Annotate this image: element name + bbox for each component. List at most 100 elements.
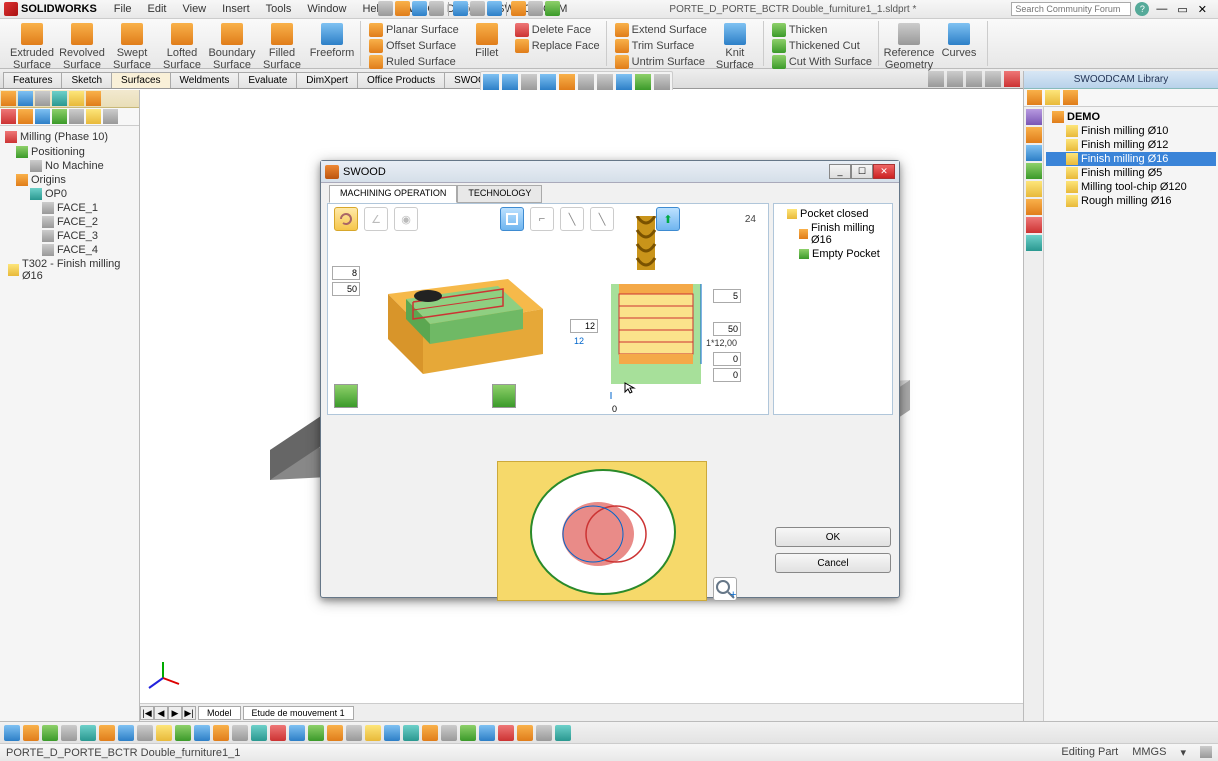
lib-add-icon[interactable] (1063, 90, 1078, 105)
tab-model[interactable]: Model (198, 706, 241, 720)
path-mode2-button[interactable]: ⌐ (530, 207, 554, 231)
new-icon[interactable] (378, 1, 393, 16)
path-mode1-button[interactable] (500, 207, 524, 231)
bt-icon[interactable] (384, 725, 400, 741)
section-view-icon[interactable] (540, 74, 556, 90)
lib-root-demo[interactable]: DEMO (1046, 110, 1216, 124)
view-palette-tab-icon[interactable] (1026, 163, 1042, 179)
knit-surface-button[interactable]: Knit Surface (711, 21, 759, 73)
bt-icon[interactable] (555, 725, 571, 741)
bt-icon[interactable] (251, 725, 267, 741)
preview-end-icon[interactable] (492, 384, 516, 408)
extruded-surface-button[interactable]: Extruded Surface (8, 21, 56, 73)
fm-no-machine[interactable]: No Machine (2, 159, 137, 173)
lib-item[interactable]: Rough milling Ø16 (1046, 194, 1216, 208)
tab-motion-study[interactable]: Etude de mouvement 1 (243, 706, 354, 720)
property-tab-icon[interactable] (18, 91, 33, 106)
bt-icon[interactable] (498, 725, 514, 741)
thickened-cut-button[interactable]: Thickened Cut (772, 38, 872, 53)
path-mode4-button[interactable]: ╲ (590, 207, 614, 231)
input-offset-c[interactable] (570, 319, 598, 333)
bt-icon[interactable] (517, 725, 533, 741)
fm-origins[interactable]: Origins (2, 173, 137, 187)
bt-icon[interactable] (403, 725, 419, 741)
revolved-surface-button[interactable]: Revolved Surface (58, 21, 106, 73)
fillet-button[interactable]: Fillet (463, 21, 511, 61)
rebuild-icon[interactable] (511, 1, 526, 16)
bt-icon[interactable] (137, 725, 153, 741)
input-bottom-g[interactable] (713, 352, 741, 366)
tab-features[interactable]: Features (3, 72, 62, 88)
direction-button[interactable] (334, 207, 358, 231)
filled-surface-button[interactable]: Filled Surface (258, 21, 306, 73)
doc-cascade-icon[interactable] (947, 71, 963, 87)
tab-sketch[interactable]: Sketch (61, 72, 112, 88)
boundary-surface-button[interactable]: Boundary Surface (208, 21, 256, 73)
dialog-minimize-button[interactable]: _ (829, 164, 851, 179)
bt-icon[interactable] (289, 725, 305, 741)
bt-icon[interactable] (460, 725, 476, 741)
restore-icon[interactable]: ▭ (1174, 3, 1190, 16)
spiral-button[interactable]: ◉ (394, 207, 418, 231)
fm-op0[interactable]: OP0 (2, 187, 137, 201)
bt-icon[interactable] (194, 725, 210, 741)
select-icon[interactable] (487, 1, 502, 16)
fm-misc2-icon[interactable] (86, 109, 101, 124)
view-settings-icon[interactable] (654, 74, 670, 90)
help-icon[interactable]: ? (1135, 2, 1149, 16)
input-top-d[interactable] (713, 289, 741, 303)
angle-button[interactable]: ∠ (364, 207, 388, 231)
menu-edit[interactable]: Edit (141, 2, 174, 16)
doc-close-icon[interactable] (1004, 71, 1020, 87)
zoom-area-icon[interactable] (502, 74, 518, 90)
status-units[interactable]: MMGS (1132, 746, 1166, 759)
dialog-titlebar[interactable]: SWOOD _ ☐ ✕ (321, 161, 899, 183)
tab-technology[interactable]: TECHNOLOGY (457, 185, 542, 203)
bt-icon[interactable] (42, 725, 58, 741)
op-empty-pocket[interactable]: Empty Pocket (777, 247, 889, 261)
thicken-button[interactable]: Thicken (772, 22, 872, 37)
bt-icon[interactable] (99, 725, 115, 741)
bt-icon[interactable] (536, 725, 552, 741)
menu-view[interactable]: View (175, 2, 213, 16)
delete-face-button[interactable]: Delete Face (515, 22, 600, 37)
freeform-button[interactable]: Freeform (308, 21, 356, 61)
file-explorer-tab-icon[interactable] (1026, 145, 1042, 161)
fm-sort-icon[interactable] (18, 109, 33, 124)
fm-show-icon[interactable] (52, 109, 67, 124)
ok-button[interactable]: OK (775, 527, 891, 547)
nav-last-icon[interactable]: ▶| (182, 706, 196, 720)
status-config-icon[interactable] (1200, 746, 1212, 758)
fm-face4[interactable]: FACE_4 (2, 243, 137, 257)
cancel-button[interactable]: Cancel (775, 553, 891, 573)
tab-surfaces[interactable]: Surfaces (111, 72, 170, 88)
preview-start-icon[interactable] (334, 384, 358, 408)
search-input[interactable] (1011, 2, 1131, 16)
tab-weldments[interactable]: Weldments (170, 72, 240, 88)
swood-tab-icon[interactable] (86, 91, 101, 106)
lofted-surface-button[interactable]: Lofted Surface (158, 21, 206, 73)
custom-props-tab-icon[interactable] (1026, 199, 1042, 215)
fm-view-icon[interactable] (35, 109, 50, 124)
redo-icon[interactable] (470, 1, 485, 16)
fm-tab-icon[interactable] (1, 91, 16, 106)
menu-insert[interactable]: Insert (215, 2, 257, 16)
zoom-fit-icon[interactable] (483, 74, 499, 90)
save-icon[interactable] (412, 1, 427, 16)
input-clear-h[interactable] (713, 368, 741, 382)
fm-filter-icon[interactable] (1, 109, 16, 124)
fm-tool-t302[interactable]: T302 - Finish milling Ø16 (2, 257, 137, 283)
replace-face-button[interactable]: Replace Face (515, 38, 600, 53)
fm-face2[interactable]: FACE_2 (2, 215, 137, 229)
fm-face3[interactable]: FACE_3 (2, 229, 137, 243)
options-icon[interactable] (528, 1, 543, 16)
lib-item[interactable]: Finish milling Ø5 (1046, 166, 1216, 180)
bt-icon[interactable] (175, 725, 191, 741)
bt-icon[interactable] (232, 725, 248, 741)
lib-tool-icon[interactable] (1027, 90, 1042, 105)
doc-tile-icon[interactable] (928, 71, 944, 87)
zoom-preview-button[interactable]: + (713, 577, 737, 601)
undo-icon[interactable] (453, 1, 468, 16)
forum-tab-icon[interactable] (1026, 235, 1042, 251)
extend-surface-button[interactable]: Extend Surface (615, 22, 707, 37)
